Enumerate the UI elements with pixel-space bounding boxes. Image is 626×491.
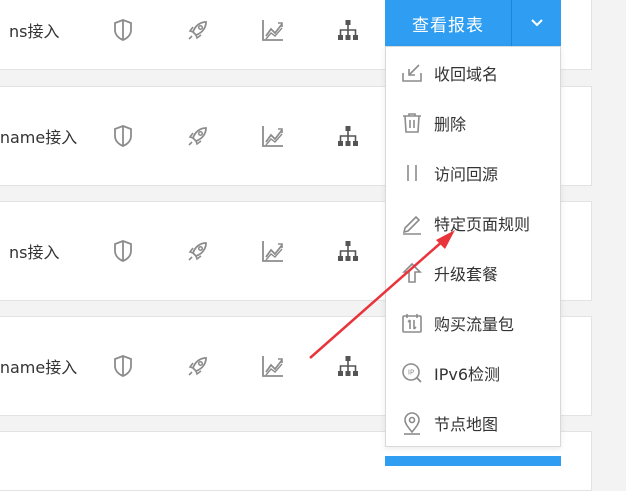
report-split-button: 查看报表 [385,0,561,46]
chart-trend-icon[interactable] [260,123,286,149]
menu-item-buy-traffic[interactable]: 购买流量包 [386,298,560,348]
access-type-label: ename接入 [0,358,78,377]
reclaim-domain-icon [400,61,424,85]
rocket-icon[interactable] [185,123,211,149]
menu-item-label: 删除 [434,115,467,134]
menu-item-upgrade-plan[interactable]: 升级套餐 [386,248,560,298]
menu-item-delete[interactable]: 删除 [386,98,560,148]
location-pin-icon [400,411,424,435]
menu-item-page-rules[interactable]: 特定页面规则 [386,198,560,248]
menu-item-label: 收回域名 [434,65,499,84]
menu-item-reclaim-domain[interactable]: 收回域名 [386,48,560,98]
shield-icon[interactable] [110,238,136,264]
chart-trend-icon[interactable] [260,17,286,43]
access-type-label: ns接入 [9,22,60,41]
menu-item-ipv6-check[interactable]: IP IPv6检测 [386,348,560,398]
chart-trend-icon[interactable] [260,238,286,264]
more-actions-toggle[interactable] [512,0,561,46]
menu-item-label: IPv6检测 [434,365,501,384]
view-report-button[interactable]: 查看报表 [385,0,511,46]
pause-bars-icon [400,161,424,185]
menu-item-label: 节点地图 [434,415,499,434]
traffic-package-icon [400,311,424,335]
sitemap-icon[interactable] [335,353,361,379]
menu-item-origin-access[interactable]: 访问回源 [386,148,560,198]
rocket-icon[interactable] [185,238,211,264]
sitemap-icon[interactable] [335,123,361,149]
trash-icon [400,111,424,135]
report-button-partial[interactable] [385,456,561,466]
sitemap-icon[interactable] [335,238,361,264]
rocket-icon[interactable] [185,17,211,43]
menu-item-label: 特定页面规则 [434,215,531,234]
shield-icon[interactable] [110,123,136,149]
pencil-icon [400,211,424,235]
sitemap-icon[interactable] [335,17,361,43]
rocket-icon[interactable] [185,353,211,379]
menu-item-node-map[interactable]: 节点地图 [386,398,560,448]
access-type-label: ename接入 [0,128,78,147]
menu-item-label: 升级套餐 [434,265,499,284]
upgrade-arrow-icon [400,261,424,285]
chevron-down-icon [530,19,543,27]
chart-trend-icon[interactable] [260,353,286,379]
ipv6-check-icon: IP [400,361,424,385]
more-actions-menu: 收回域名 删除 访问回源 特定页面规则 升级套餐 购买流量包 IP IPv6检测… [385,46,561,447]
access-type-label: ns接入 [9,243,60,262]
svg-text:IP: IP [408,369,414,377]
menu-item-label: 购买流量包 [434,315,515,334]
menu-item-label: 访问回源 [434,165,499,184]
shield-icon[interactable] [110,353,136,379]
shield-icon[interactable] [110,17,136,43]
